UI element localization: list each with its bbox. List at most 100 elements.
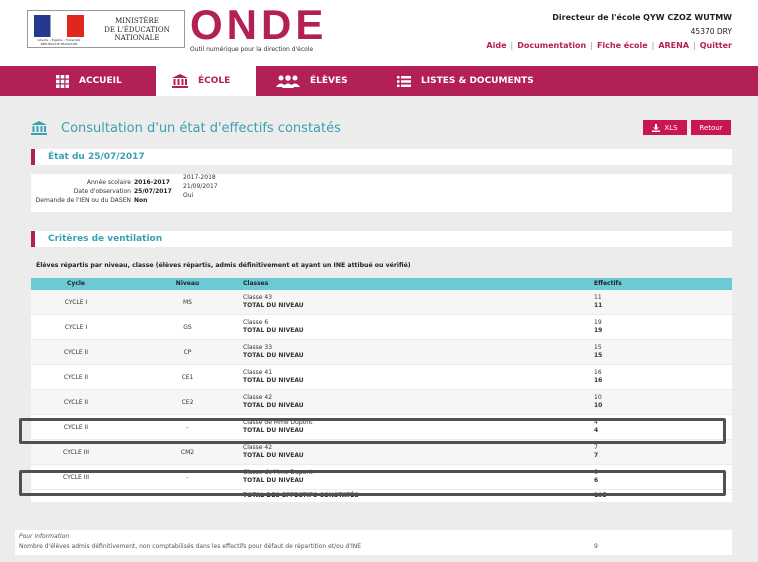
cell-niveau: - (186, 474, 189, 481)
header-niveau: Niveau (175, 280, 200, 287)
grand-total-value: 105 (594, 492, 607, 499)
title-row: Consultation d'un état d'effectifs const… (31, 120, 341, 136)
cell-cycle: CYCLE II (63, 399, 89, 406)
list-icon (397, 75, 411, 87)
cell-cycle: CYCLE I (64, 324, 88, 331)
criteres-description: Élèves répartis par niveau, classe (élèv… (36, 262, 411, 269)
download-icon (652, 123, 661, 132)
cell-niveau: - (186, 424, 189, 431)
cell-cycle: CYCLE II (63, 374, 89, 381)
level-total-count: 6 (594, 477, 599, 484)
back-button[interactable]: Retour (691, 120, 731, 135)
table-row: CYCLE II CP Classe 33 TOTAL DU NIVEAU 15 15 (31, 340, 732, 365)
cell-cycle: CYCLE II (63, 424, 89, 431)
ministry-line: NATIONALE (114, 34, 160, 42)
header-cycle: Cycle (67, 280, 85, 287)
ministry-logo[interactable]: Liberté • Égalité • Fraternité RÉPUBLIQU… (27, 10, 185, 48)
ministry-name: MINISTÈRE DE L'ÉDUCATION NATIONALE (92, 17, 182, 43)
annee-label: Année scolaire (86, 179, 131, 186)
cell-classes: Classe de Mme Dupont TOTAL DU NIVEAU (243, 469, 543, 485)
user-city: 45370 DRY (690, 27, 732, 36)
nav-label: ÉLÈVES (310, 76, 348, 86)
cell-cycle: CYCLE III (63, 449, 89, 456)
date-next-value: 21/09/2017 (183, 183, 218, 190)
class-name: Classe de Mme Dupont (243, 469, 313, 476)
table-row: CYCLE I MS Classe 43 TOTAL DU NIVEAU 11 11 (31, 290, 732, 315)
annee-next-value: 2017-2018 (183, 174, 216, 181)
cell-effectifs: 10 10 (594, 394, 654, 410)
page-title: Consultation d'un état d'effectifs const… (61, 120, 341, 136)
cell-classes: Classe 43 TOTAL DU NIVEAU (243, 294, 543, 310)
etat-heading: État du 25/07/2017 (31, 149, 732, 165)
header-effectifs: Effectifs (594, 280, 622, 287)
table-row: CYCLE II CE2 Classe 42 TOTAL DU NIVEAU 10 10 (31, 390, 732, 415)
link-fiche-ecole[interactable]: Fiche école (597, 41, 648, 50)
cell-effectifs: 66 (594, 469, 654, 485)
table-body: CYCLE I MS Classe 43 TOTAL DU NIVEAU 11 11 CYC… (31, 290, 732, 490)
effectifs-table: Cycle Niveau Classes Effectifs CYCLE I MS… (31, 278, 732, 502)
grand-total-label: TOTAL DES EFFECTIFS CONSTATÉS (243, 492, 359, 499)
nav-eleves[interactable]: ÉLÈVES (276, 66, 376, 96)
cell-effectifs: 16 16 (594, 369, 654, 385)
level-total-count: 4 (594, 427, 599, 434)
level-total-count: 7 (594, 452, 599, 459)
level-total-label: TOTAL DU NIVEAU (243, 402, 304, 409)
header: Liberté • Égalité • Fraternité RÉPUBLIQU… (0, 0, 758, 62)
link-aide[interactable]: Aide (486, 41, 506, 50)
app-logo[interactable]: ONDE (190, 4, 327, 46)
table-row: CYCLE I GS Classe 6 TOTAL DU NIVEAU 19 19 (31, 315, 732, 340)
nav-ecole[interactable]: ÉCOLE (156, 66, 256, 96)
level-total-label: TOTAL DU NIVEAU (243, 377, 304, 384)
grid-icon (56, 74, 69, 88)
cell-niveau: CM2 (180, 449, 195, 456)
nav-accueil[interactable]: ACCUEIL (56, 66, 152, 96)
level-total-count: 10 (594, 402, 603, 409)
class-count: 6 (594, 469, 598, 476)
class-count: 7 (594, 444, 598, 451)
class-name: Classe 42 (243, 444, 273, 451)
ministry-line: MINISTÈRE (115, 17, 159, 25)
cell-effectifs: 19 19 (594, 319, 654, 335)
separator: | (651, 41, 655, 50)
cell-classes: Classe 42 TOTAL DU NIVEAU (243, 394, 543, 410)
cell-niveau: GS (183, 324, 192, 331)
cell-cycle: CYCLE II (63, 349, 89, 356)
class-count: 15 (594, 344, 602, 351)
table-row: CYCLE II - Classe de Mme Dupont TOTAL DU NI… (31, 415, 732, 440)
class-count: 10 (594, 394, 602, 401)
level-total-count: 19 (594, 327, 603, 334)
date-label: Date d'observation (73, 188, 131, 195)
separator: | (693, 41, 696, 50)
level-total-count: 16 (594, 377, 603, 384)
table-header: Cycle Niveau Classes Effectifs (31, 278, 732, 290)
link-documentation[interactable]: Documentation (517, 41, 586, 50)
cell-effectifs: 44 (594, 419, 654, 435)
xls-label: XLS (664, 123, 678, 132)
class-name: Classe 6 (243, 319, 269, 326)
nav-label: LISTES & DOCUMENTS (421, 76, 534, 86)
header-classes: Classes (243, 280, 269, 287)
ministry-line: DE L'ÉDUCATION (104, 25, 170, 34)
republic-caption: Liberté • Égalité • Fraternité RÉPUBLIQU… (37, 38, 81, 46)
bank-icon (31, 121, 47, 135)
cell-classes: Classe 41 TOTAL DU NIVEAU (243, 369, 543, 385)
export-xls-button[interactable]: XLS (643, 120, 687, 135)
separator: | (510, 41, 514, 50)
demande-value: Non (134, 197, 148, 204)
cell-effectifs: 77 (594, 444, 654, 460)
cell-effectifs: 11 11 (594, 294, 654, 310)
level-total-label: TOTAL DU NIVEAU (243, 477, 304, 484)
nav-listes-documents[interactable]: LISTES & DOCUMENTS (397, 66, 597, 96)
cell-niveau: CE2 (181, 399, 194, 406)
level-total-label: TOTAL DU NIVEAU (243, 327, 304, 334)
cell-classes: Classe 6 TOTAL DU NIVEAU (243, 319, 543, 335)
bank-icon (172, 74, 188, 88)
separator: | (590, 41, 593, 50)
cell-niveau: CP (183, 349, 192, 356)
nav-label: ACCUEIL (79, 76, 122, 86)
link-arena[interactable]: ARENA (658, 41, 689, 50)
nav-label: ÉCOLE (198, 76, 231, 86)
level-total-count: 15 (594, 352, 603, 359)
link-quitter[interactable]: Quitter (700, 41, 732, 50)
cell-cycle: CYCLE I (64, 299, 88, 306)
